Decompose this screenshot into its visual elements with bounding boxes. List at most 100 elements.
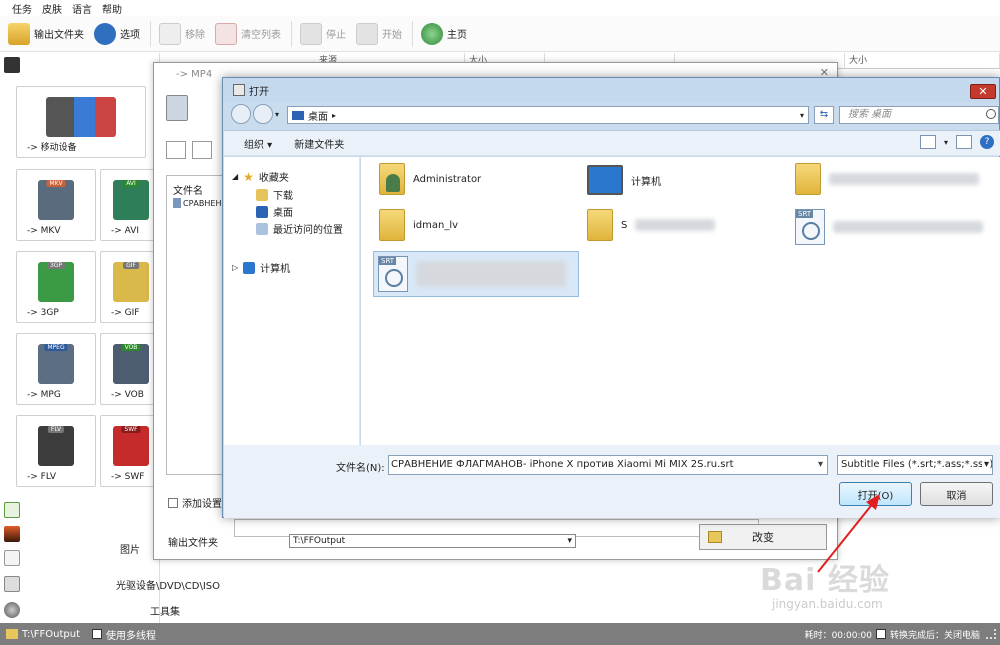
- checkbox[interactable]: [168, 497, 178, 508]
- output-folder-button[interactable]: 输出文件夹: [8, 19, 84, 49]
- help-icon[interactable]: ?: [980, 135, 994, 149]
- tile-gif[interactable]: GIF -> GIF: [100, 251, 160, 323]
- expand-icon[interactable]: ▷: [232, 263, 238, 272]
- srt-tag: SRT: [796, 210, 814, 218]
- remove-file-icon[interactable]: [192, 141, 212, 159]
- change-button[interactable]: 改变: [699, 524, 827, 550]
- folder-s[interactable]: S: [587, 209, 716, 241]
- clear-list-button[interactable]: 清空列表: [215, 19, 281, 49]
- cancel-button[interactable]: 取消: [920, 482, 993, 506]
- tile-3gp[interactable]: 3GP -> 3GP: [16, 251, 96, 323]
- menu-language[interactable]: 语言: [72, 1, 92, 16]
- 3gp-badge: 3GP: [46, 262, 66, 269]
- filename-label: 文件名(N):: [336, 463, 385, 474]
- history-chevron-icon[interactable]: ▾: [275, 110, 279, 119]
- elapsed-time: 耗时：00:00:00: [804, 630, 872, 641]
- back-arrow-icon[interactable]: [231, 104, 251, 124]
- folder-idman[interactable]: idman_lv: [379, 209, 458, 241]
- remove-label: 移除: [185, 30, 205, 41]
- expand-icon[interactable]: ◢: [232, 172, 238, 181]
- organize-menu[interactable]: 组织 ▾: [244, 136, 272, 151]
- play-icon: [356, 22, 378, 45]
- options-button[interactable]: 选项: [94, 19, 140, 49]
- srt-file-blurred[interactable]: SRT: [795, 209, 983, 245]
- folder-icon: [795, 163, 821, 195]
- nav-downloads[interactable]: 下载: [256, 187, 293, 202]
- menu-help[interactable]: 帮助: [102, 1, 122, 16]
- status-output-path[interactable]: T:\FFOutput: [22, 629, 80, 640]
- multithread-checkbox[interactable]: [92, 629, 102, 639]
- file-row[interactable]: СРАВНЕН: [173, 198, 225, 208]
- music-icon: [4, 502, 20, 518]
- mp4-file-list[interactable]: 文件名 СРАВНЕН: [166, 175, 226, 475]
- folder-icon: [708, 531, 722, 543]
- output-folder-dropdown[interactable]: T:\FFOutput: [289, 534, 576, 548]
- swf-badge: SWF: [121, 426, 141, 433]
- tile-swf[interactable]: SWF -> SWF: [100, 415, 160, 487]
- folder-icon: [8, 22, 30, 45]
- resize-grip-icon[interactable]: [986, 629, 996, 639]
- category-toolbox-label: 工具集: [150, 606, 180, 618]
- blurred-name: [833, 221, 983, 233]
- nav-desktop-label: 桌面: [273, 208, 293, 219]
- col-size-2[interactable]: 大小: [845, 53, 1000, 68]
- file-type-select[interactable]: Subtitle Files (*.srt;*.ass;*.ssa): [837, 455, 993, 475]
- recent-places-icon: [256, 222, 268, 235]
- shutdown-checkbox[interactable]: [875, 629, 886, 639]
- toolbar-divider: [412, 20, 413, 47]
- tile-mkv[interactable]: MKV -> MKV: [16, 169, 96, 241]
- file-row-name: СРАВНЕН: [183, 198, 222, 208]
- view-mode-icon[interactable]: [919, 135, 936, 149]
- breadcrumb-arrow-icon[interactable]: ▸: [332, 111, 336, 120]
- close-button[interactable]: ✕: [970, 84, 996, 99]
- tile-label: -> AVI: [111, 226, 140, 236]
- chevron-down-icon[interactable]: ▾: [944, 138, 948, 147]
- after-done-label: 转换完成后：关闭电脑: [889, 630, 980, 641]
- search-input[interactable]: 搜索 桌面: [839, 106, 999, 124]
- 3gp-file-icon: 3GP: [38, 262, 74, 302]
- folder-icon: [587, 209, 613, 241]
- srt-file-selected[interactable]: SRT: [373, 251, 579, 297]
- navigation-pane: ◢ ★ 收藏夹 下载 桌面 最近访问的位置 ▷ 计算机: [224, 157, 360, 445]
- home-button[interactable]: 主页: [421, 19, 467, 49]
- stop-button[interactable]: 停止: [300, 19, 346, 49]
- chevron-down-icon[interactable]: ▾: [800, 111, 804, 120]
- category-pictures-label: 图片: [120, 545, 140, 556]
- category-toolbox[interactable]: 工具集: [0, 599, 310, 621]
- nav-desktop[interactable]: 桌面: [256, 204, 293, 219]
- avi-file-icon: AVI: [113, 180, 149, 220]
- remove-button[interactable]: 移除: [159, 19, 205, 49]
- nav-computer[interactable]: ▷ 计算机: [232, 260, 290, 275]
- file-list-header: 文件名: [173, 186, 203, 197]
- filename-input[interactable]: СРАВНЕНИЕ ФЛАГМАНОВ- iPhone X против Xia…: [388, 455, 828, 475]
- tile-label: -> 3GP: [27, 308, 59, 318]
- start-button[interactable]: 开始: [356, 19, 402, 49]
- document-icon: [4, 550, 20, 566]
- tile-vob[interactable]: VOB -> VOB: [100, 333, 160, 405]
- nav-favorites[interactable]: ◢ ★ 收藏夹: [232, 169, 289, 185]
- tile-mpg[interactable]: MPEG -> MPG: [16, 333, 96, 405]
- video-category-icon[interactable]: [4, 57, 20, 73]
- new-folder-button[interactable]: 新建文件夹: [294, 136, 344, 151]
- forward-arrow-icon[interactable]: [253, 104, 273, 124]
- folder-icon: [379, 209, 405, 241]
- tile-mobile[interactable]: -> 移动设备: [16, 86, 146, 158]
- menu-task[interactable]: 任务: [12, 1, 32, 16]
- picture-icon: [4, 526, 20, 542]
- address-bar[interactable]: 桌面 ▸ ▾: [287, 106, 809, 124]
- folder-administrator[interactable]: Administrator: [379, 163, 481, 195]
- menu-skin[interactable]: 皮肤: [42, 1, 62, 16]
- close-icon: ✕: [978, 85, 988, 98]
- tile-flv[interactable]: FLV -> FLV: [16, 415, 96, 487]
- view-controls: ▾ ?: [919, 135, 994, 149]
- nav-recent[interactable]: 最近访问的位置: [256, 221, 343, 236]
- tile-label: -> MKV: [27, 226, 61, 236]
- folder-blurred-1[interactable]: [795, 163, 979, 195]
- tile-avi[interactable]: AVI -> AVI: [100, 169, 160, 241]
- category-optical[interactable]: 光驱设备\DVD\CD\ISO: [0, 573, 310, 595]
- preview-pane-icon[interactable]: [956, 135, 972, 149]
- add-file-icon[interactable]: [166, 141, 186, 159]
- computer-icon: [243, 261, 256, 274]
- item-computer[interactable]: 计算机: [587, 165, 661, 195]
- refresh-button[interactable]: ⇆: [814, 106, 834, 124]
